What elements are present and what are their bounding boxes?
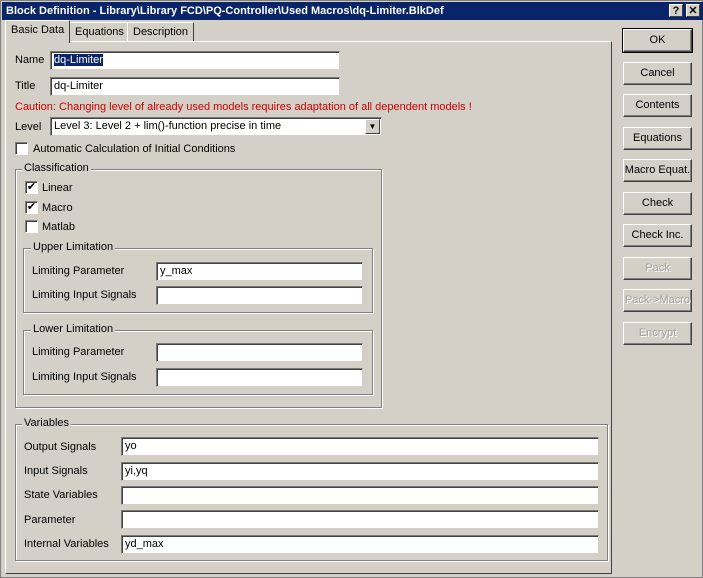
tab-description[interactable]: Description [127,22,195,41]
upper-signals-label: Limiting Input Signals [32,289,137,301]
check-button[interactable]: Check [623,192,692,215]
matlab-checkbox[interactable] [25,220,38,233]
auto-calc-checkbox[interactable] [15,142,28,155]
linear-checkbox[interactable]: ✔ [25,181,38,194]
upper-limitation-title: Upper Limitation [31,241,116,253]
title-bar: Block Definition - Library\Library FCD\P… [2,2,703,20]
output-signals-label: Output Signals [24,441,97,453]
linear-label: Linear [42,182,73,194]
name-value: dq-Limiter [54,54,103,66]
equations-button[interactable]: Equations [623,127,692,150]
lower-signals-label: Limiting Input Signals [32,371,137,383]
encrypt-button[interactable]: Encrypt [623,322,692,345]
name-label: Name [15,54,45,66]
level-value: Level 3: Level 2 + lim()-function precis… [54,120,282,132]
internal-variables-label: Internal Variables [24,538,109,550]
pack-macro-button[interactable]: Pack->Macro [623,289,692,312]
parameter-input[interactable] [121,510,599,529]
chevron-down-icon[interactable]: ▼ [365,119,380,134]
state-variables-label: State Variables [24,489,98,501]
lower-param-label: Limiting Parameter [32,346,125,358]
upper-param-input[interactable]: y_max [156,262,363,281]
title-input[interactable]: dq-Limiter [50,77,340,96]
lower-limitation-title: Lower Limitation [31,323,116,335]
window-title: Block Definition - Library\Library FCD\P… [6,5,444,17]
name-input[interactable]: dq-Limiter [50,51,340,70]
close-button[interactable]: ✕ [686,4,700,17]
tab-basic-data[interactable]: Basic Data [5,20,71,43]
upper-signals-input[interactable] [156,286,363,305]
classification-title: Classification [22,162,91,174]
macro-checkbox[interactable]: ✔ [25,201,38,214]
lower-param-input[interactable] [156,343,363,362]
pack-button[interactable]: Pack [623,257,692,280]
internal-variables-input[interactable]: yd_max [121,535,599,554]
check-inc-button[interactable]: Check Inc. [623,224,692,247]
macro-equat-button[interactable]: Macro Equat. [623,159,692,182]
macro-label: Macro [42,202,73,214]
input-signals-input[interactable]: yi,yq [121,462,599,481]
caution-message: Caution: Changing level of already used … [15,101,472,113]
lower-signals-input[interactable] [156,368,363,387]
cancel-button[interactable]: Cancel [623,62,692,85]
matlab-label: Matlab [42,221,76,233]
tab-equations[interactable]: Equations [69,22,130,41]
output-signals-input[interactable]: yo [121,437,599,456]
parameter-label: Parameter [24,514,76,526]
block-definition-dialog: Block Definition - Library\Library FCD\P… [0,0,703,578]
input-signals-label: Input Signals [24,465,88,477]
variables-title: Variables [22,417,72,429]
upper-param-label: Limiting Parameter [32,265,125,277]
state-variables-input[interactable] [121,486,599,505]
ok-button[interactable]: OK [622,28,693,53]
auto-calc-label: Automatic Calculation of Initial Conditi… [33,143,236,155]
level-label: Level [15,121,42,133]
help-button[interactable]: ? [669,4,683,17]
contents-button[interactable]: Contents [623,94,692,117]
level-select[interactable]: Level 3: Level 2 + lim()-function precis… [50,117,382,136]
title-label: Title [15,80,36,92]
